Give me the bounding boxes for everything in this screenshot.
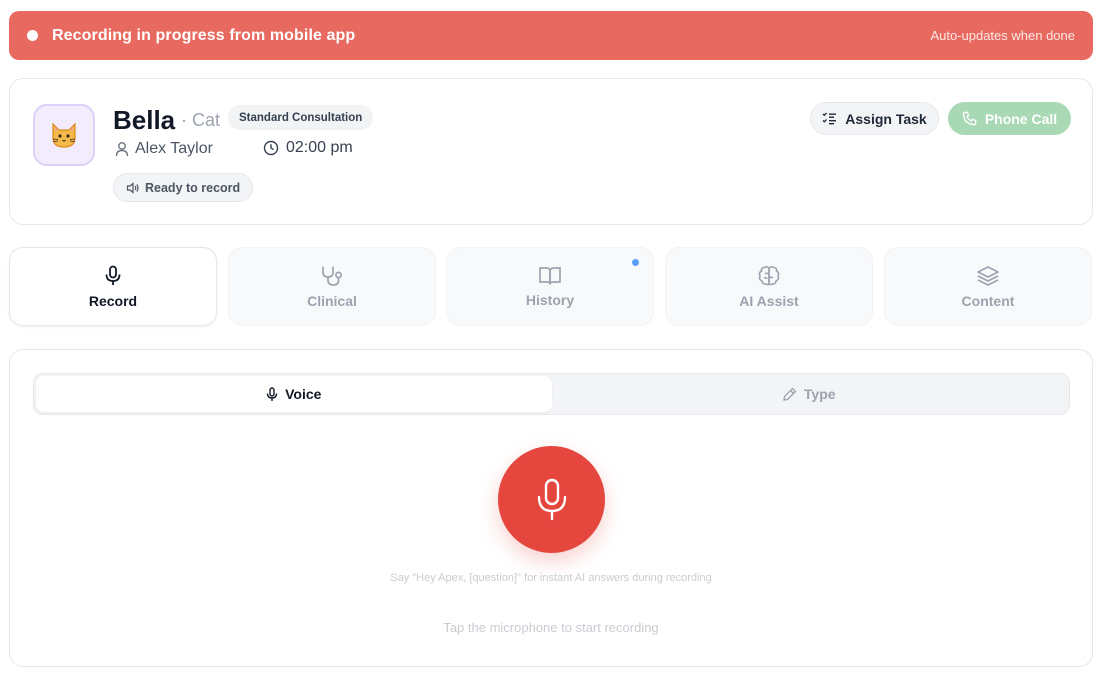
brain-icon — [758, 265, 780, 285]
assign-task-label: Assign Task — [845, 110, 927, 127]
banner-message: Recording in progress from mobile app — [52, 26, 356, 44]
tab-record-label: Record — [88, 292, 138, 309]
tab-history-label: History — [525, 291, 575, 308]
assign-task-button[interactable]: Assign Task — [810, 102, 939, 135]
recording-dot-icon — [27, 30, 38, 41]
appointment-time-value: 02:00 pm — [286, 139, 353, 156]
pet-avatar — [33, 104, 95, 166]
mic-icon — [105, 265, 121, 285]
start-hint-text: Tap the microphone to start recording — [443, 620, 659, 635]
layers-icon — [977, 265, 999, 286]
owner-name: Alex Taylor — [135, 140, 213, 157]
recording-banner: Recording in progress from mobile app Au… — [9, 11, 1093, 60]
tab-content[interactable]: Content — [884, 247, 1092, 326]
status-text: Ready to record — [145, 180, 241, 195]
speaker-icon — [126, 181, 139, 194]
voice-mode-button[interactable]: Voice — [36, 376, 552, 412]
tab-record[interactable]: Record — [9, 247, 217, 326]
ai-hint-text: Say "Hey Apex, [question]" for instant A… — [390, 572, 712, 584]
stethoscope-icon — [322, 266, 342, 286]
consult-type-badge: Standard Consultation — [228, 105, 374, 130]
tab-ai-assist[interactable]: AI Assist — [665, 247, 873, 326]
status-chip: Ready to record — [113, 173, 254, 202]
clock-icon — [263, 140, 279, 156]
tab-content-label: Content — [961, 292, 1015, 309]
type-mode-label: Type — [803, 386, 836, 402]
patient-card: Bella · Cat Standard Consultation Alex T… — [9, 78, 1093, 225]
recorder-panel: Voice Type Say "Hey Apex, [question]" fo… — [9, 349, 1093, 667]
mic-icon — [266, 386, 278, 401]
tab-history[interactable]: History — [446, 247, 654, 326]
input-mode-toggle: Voice Type — [33, 373, 1070, 415]
owner-info: Alex Taylor — [115, 140, 213, 158]
tab-clinical-label: Clinical — [307, 292, 357, 309]
user-icon — [115, 142, 129, 157]
task-list-icon — [822, 112, 837, 125]
book-icon — [539, 266, 561, 285]
tab-ai-assist-label: AI Assist — [739, 292, 799, 309]
tab-clinical[interactable]: Clinical — [228, 247, 436, 326]
phone-call-button[interactable]: Phone Call — [948, 102, 1071, 135]
notification-dot — [632, 259, 639, 266]
appointment-time: 02:00 pm — [263, 139, 353, 157]
record-mic-button[interactable] — [498, 446, 605, 553]
pencil-icon — [783, 387, 797, 401]
voice-mode-label: Voice — [285, 386, 322, 402]
phone-call-label: Phone Call — [984, 110, 1058, 127]
pet-species: · Cat — [181, 110, 221, 130]
cat-icon — [52, 122, 76, 148]
pet-name: Bella — [113, 105, 176, 135]
type-mode-button[interactable]: Type — [552, 376, 1068, 412]
mic-icon — [537, 478, 566, 520]
banner-subtext: Auto-updates when done — [930, 28, 1075, 43]
phone-icon — [962, 111, 977, 126]
